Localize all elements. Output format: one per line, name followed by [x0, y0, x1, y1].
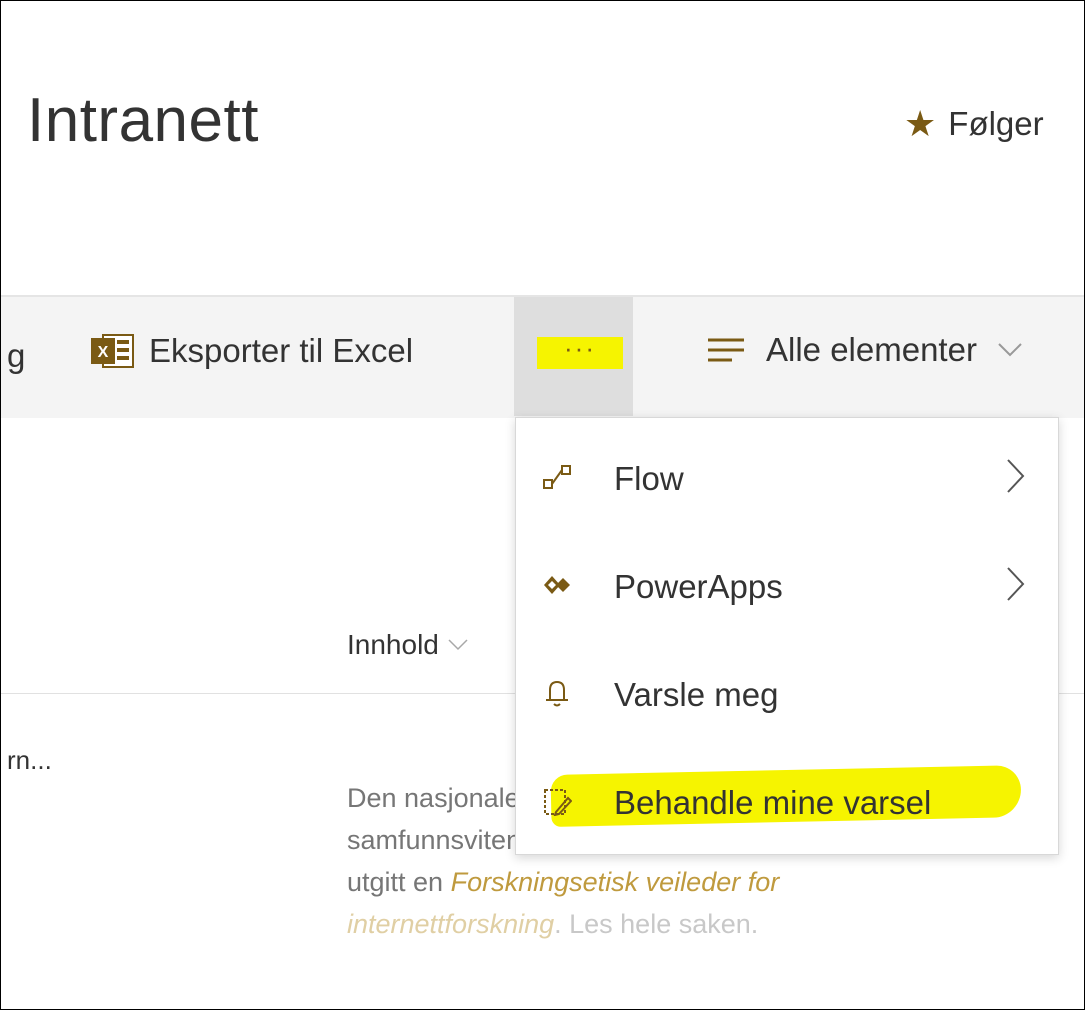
view-label: Alle elementer — [766, 331, 977, 368]
follow-button[interactable]: ★ Følger — [904, 105, 1044, 143]
column-header-innhold[interactable]: Innhold — [347, 629, 469, 661]
flow-icon — [543, 465, 571, 489]
svg-text:X: X — [98, 344, 109, 361]
menu-item-powerapps[interactable]: PowerApps — [516, 556, 1058, 616]
export-excel-button[interactable]: X Eksporter til Excel — [89, 331, 413, 371]
excel-icon: X — [91, 334, 134, 368]
powerapps-icon — [544, 576, 570, 594]
chevron-down-icon — [448, 639, 468, 651]
chevron-right-icon — [1007, 567, 1025, 601]
bell-icon — [546, 680, 568, 707]
manage-alerts-icon — [544, 789, 572, 816]
guide-link-continued[interactable]: internettforskning — [347, 909, 554, 939]
view-selector[interactable]: Alle elementer — [706, 331, 1023, 369]
site-title: Intranett — [27, 86, 259, 155]
menu-item-flow[interactable]: Flow — [516, 448, 1058, 508]
follow-label: Følger — [948, 105, 1044, 142]
list-view-icon — [708, 338, 744, 362]
menu-item-label: Varsle meg — [614, 676, 779, 713]
chevron-right-icon — [1007, 459, 1025, 493]
partial-command-label[interactable]: g — [7, 337, 25, 375]
chevron-down-icon — [998, 343, 1022, 357]
menu-item-label: Flow — [614, 460, 684, 497]
read-more-link[interactable]: . Les hele saken. — [554, 909, 758, 939]
menu-item-manage-alerts[interactable]: Behandle mine varsel — [516, 772, 1058, 832]
export-excel-label: Eksporter til Excel — [149, 332, 414, 369]
body-line-3: utgitt en — [347, 867, 444, 897]
window-frame: Intranett ★ Følger g X Eksporter til Exc… — [0, 0, 1085, 1010]
more-icon[interactable]: ··· — [537, 335, 623, 369]
star-icon: ★ — [904, 103, 937, 144]
row-title[interactable]: rn... — [7, 745, 52, 776]
guide-link[interactable]: Forskningsetisk veileder for — [451, 867, 780, 897]
column-header-label: Innhold — [347, 629, 439, 660]
menu-item-label: PowerApps — [614, 568, 783, 605]
more-menu: Flow PowerApps Varsle meg Behandle mine … — [515, 417, 1059, 855]
menu-item-alert-me[interactable]: Varsle meg — [516, 664, 1058, 724]
menu-item-label: Behandle mine varsel — [614, 784, 932, 821]
